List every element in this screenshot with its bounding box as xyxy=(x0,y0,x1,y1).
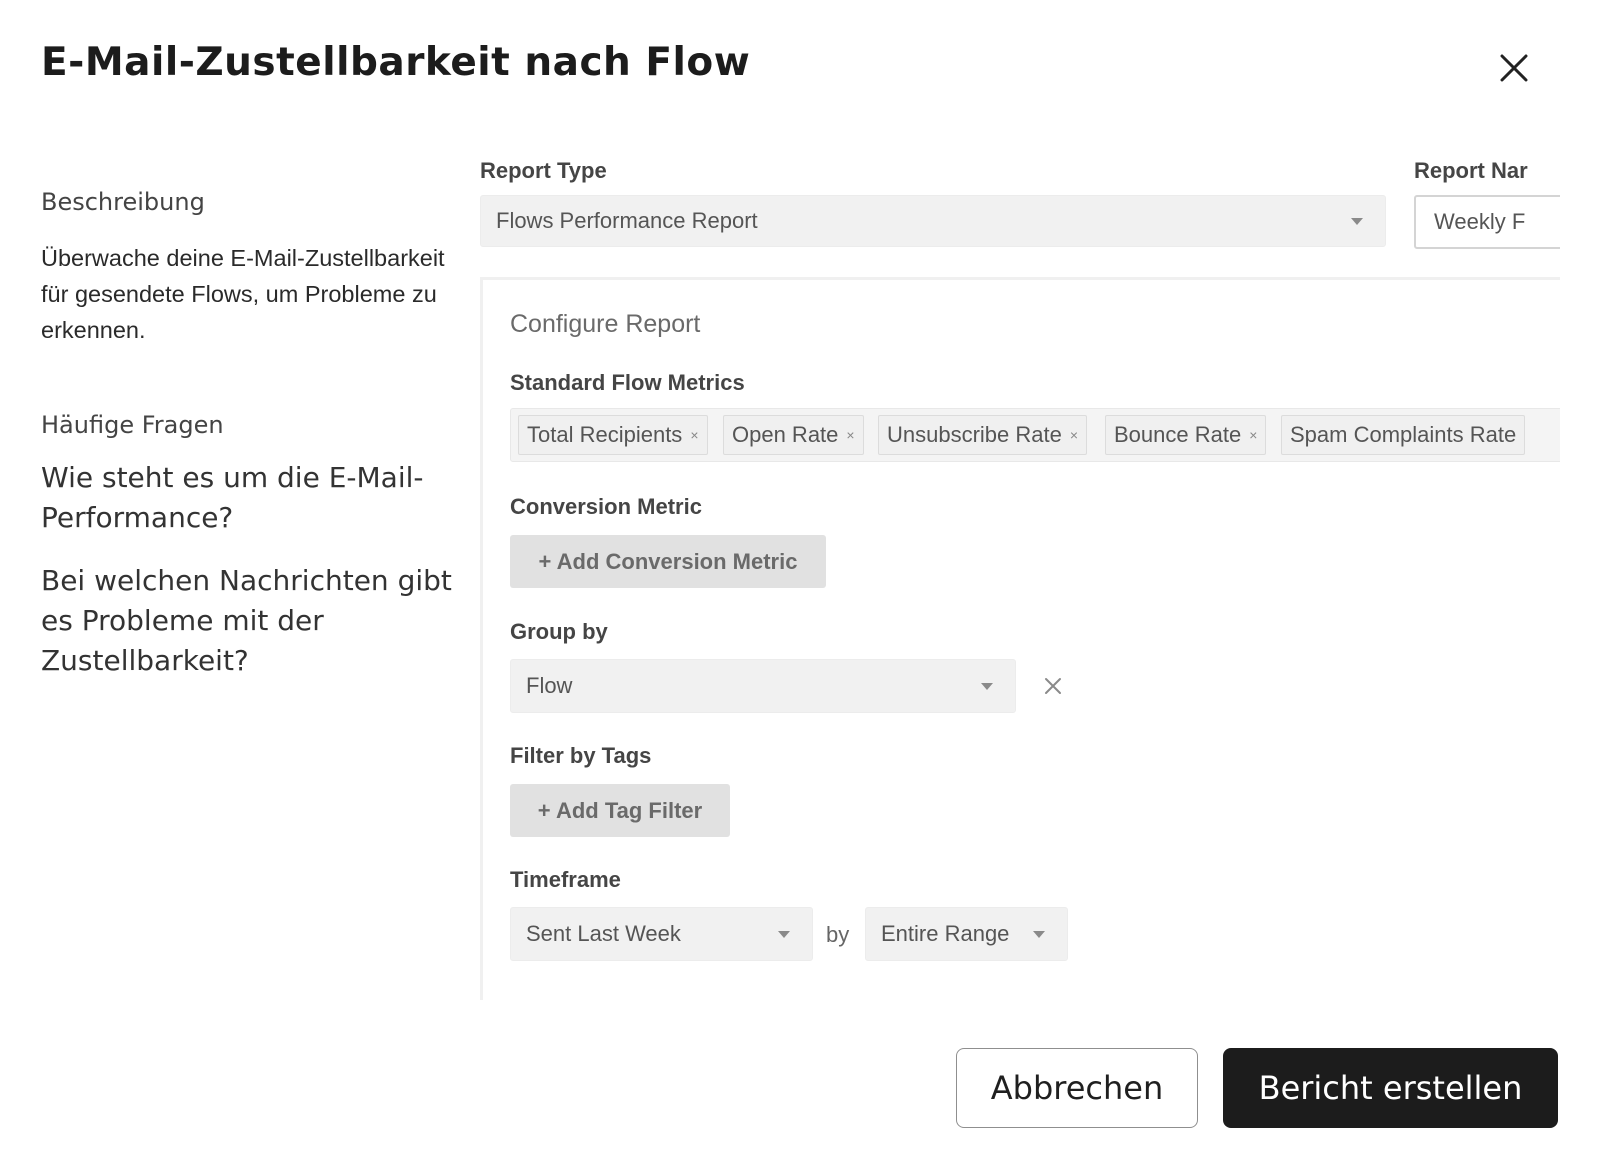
chevron-down-icon xyxy=(1351,218,1363,225)
report-name-label: Report Nar xyxy=(1414,158,1528,183)
metrics-tag-input[interactable]: Total Recipients × Open Rate × Unsubscri… xyxy=(510,408,1560,462)
by-text: by xyxy=(826,922,850,947)
chevron-down-icon xyxy=(778,931,790,938)
metric-chip: Total Recipients × xyxy=(518,415,708,455)
chip-remove-icon[interactable]: × xyxy=(1070,427,1078,443)
timeframe-value: Sent Last Week xyxy=(526,921,681,946)
filter-tags-label: Filter by Tags xyxy=(510,743,652,768)
cancel-button[interactable]: Abbrechen xyxy=(956,1048,1198,1128)
report-type-value: Flows Performance Report xyxy=(496,208,758,233)
close-button[interactable] xyxy=(1492,46,1536,90)
metric-chip: Open Rate × xyxy=(723,415,864,455)
close-icon xyxy=(1045,678,1061,694)
faq-heading: Häufige Fragen xyxy=(41,411,224,439)
chevron-down-icon xyxy=(981,683,993,690)
range-select[interactable]: Entire Range xyxy=(865,907,1068,961)
metric-chip: Bounce Rate × xyxy=(1105,415,1267,455)
report-name-input[interactable]: Weekly F xyxy=(1414,195,1560,249)
close-icon xyxy=(1500,54,1528,82)
configure-title: Configure Report xyxy=(510,310,701,338)
group-by-value: Flow xyxy=(526,673,573,698)
report-type-select[interactable]: Flows Performance Report xyxy=(480,195,1386,247)
metric-chip-label: Open Rate xyxy=(732,422,839,447)
group-by-label: Group by xyxy=(510,619,608,644)
faq-item: Bei welchen Nachrichten gibt es Probleme… xyxy=(41,564,452,677)
metric-chip-label: Spam Complaints Rate xyxy=(1290,422,1517,447)
chip-remove-icon[interactable]: × xyxy=(1249,427,1257,443)
add-tag-filter-button[interactable]: + Add Tag Filter xyxy=(510,784,730,837)
chip-remove-icon[interactable]: × xyxy=(690,427,698,443)
report-type-label: Report Type xyxy=(480,158,607,183)
timeframe-select[interactable]: Sent Last Week xyxy=(510,907,813,961)
chip-remove-icon[interactable]: × xyxy=(846,427,854,443)
metric-chip-label: Total Recipients xyxy=(527,422,683,447)
clear-group-by-button[interactable] xyxy=(1042,675,1064,697)
description-text: Überwache deine E-Mail-Zustellbarkeit fü… xyxy=(41,245,445,343)
faq-item: Wie steht es um die E-Mail-Performance? xyxy=(41,461,424,534)
metric-chip: Spam Complaints Rate xyxy=(1281,415,1526,455)
metric-chip-label: Bounce Rate xyxy=(1114,422,1242,447)
report-form: Report Type Flows Performance Report Rep… xyxy=(480,150,1560,1000)
description-heading: Beschreibung xyxy=(41,188,205,216)
chevron-down-icon xyxy=(1033,931,1045,938)
metric-chip: Unsubscribe Rate × xyxy=(878,415,1088,455)
configure-panel: Configure Report Standard Flow Metrics T… xyxy=(480,277,1560,1000)
timeframe-label: Timeframe xyxy=(510,867,621,892)
add-conversion-metric-button[interactable]: + Add Conversion Metric xyxy=(510,535,826,588)
group-by-select[interactable]: Flow xyxy=(510,659,1016,713)
create-report-button[interactable]: Bericht erstellen xyxy=(1223,1048,1558,1128)
metric-chip-label: Unsubscribe Rate xyxy=(887,422,1062,447)
modal-title: E-Mail-Zustellbarkeit nach Flow xyxy=(41,40,751,85)
range-value: Entire Range xyxy=(881,921,1010,946)
report-name-value: Weekly F xyxy=(1434,209,1526,234)
conversion-metric-label: Conversion Metric xyxy=(510,494,702,519)
standard-metrics-label: Standard Flow Metrics xyxy=(510,370,745,395)
